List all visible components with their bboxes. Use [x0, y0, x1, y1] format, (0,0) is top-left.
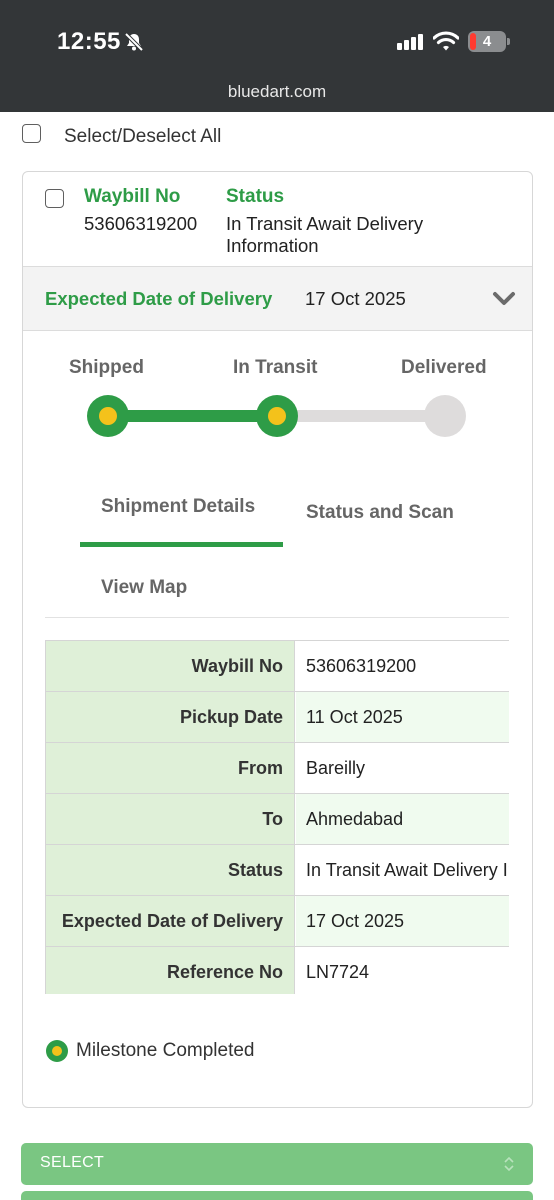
- status-time: 12:55: [57, 28, 121, 55]
- select-arrows-icon: [504, 1156, 514, 1172]
- step-marker-delivered: [424, 395, 466, 437]
- row-label-to: To: [46, 794, 295, 844]
- waybill-header: Waybill No: [84, 186, 181, 207]
- select-all-checkbox[interactable]: [22, 124, 41, 143]
- table-row: Waybill No 53606319200: [46, 641, 509, 692]
- shipment-checkbox[interactable]: [45, 189, 64, 208]
- battery-icon: 4: [468, 31, 506, 52]
- signal-icon: [397, 34, 423, 50]
- table-row: Reference No LN7724: [46, 947, 509, 994]
- table-row: To Ahmedabad: [46, 794, 509, 845]
- select-dropdown-label: SELECT: [40, 1154, 105, 1171]
- expected-delivery-label: Expected Date of Delivery: [45, 288, 273, 309]
- status-bar: 12:55 4 bluedart.com: [0, 0, 554, 112]
- step-label-in-transit: In Transit: [233, 357, 318, 378]
- row-label-pickup-date: Pickup Date: [46, 692, 295, 742]
- row-label-reference-no: Reference No: [46, 947, 295, 994]
- row-label-expected-delivery: Expected Date of Delivery: [46, 896, 295, 946]
- tabs-divider: [45, 617, 509, 618]
- table-row: Status In Transit Await Delivery Informa…: [46, 845, 509, 896]
- battery-cap: [507, 38, 510, 45]
- wifi-icon: [433, 31, 459, 51]
- select-all-label: Select/Deselect All: [64, 126, 222, 147]
- row-value-from: Bareilly: [306, 758, 366, 778]
- active-tab-indicator: [80, 542, 283, 547]
- progress-tracker: [87, 395, 466, 437]
- bell-slash-icon: [124, 32, 144, 52]
- row-value-to: Ahmedabad: [296, 794, 509, 844]
- status-value: In Transit Await Delivery Information: [226, 213, 424, 256]
- table-row: Expected Date of Delivery 17 Oct 2025: [46, 896, 509, 947]
- progress-line-completed: [107, 410, 277, 422]
- row-value-status: In Transit Await Delivery Information: [306, 860, 509, 880]
- row-label-waybill: Waybill No: [46, 641, 295, 691]
- milestone-legend-label: Milestone Completed: [76, 1040, 255, 1061]
- row-value-pickup-date: 11 Oct 2025: [296, 692, 509, 742]
- expected-delivery-date: 17 Oct 2025: [305, 288, 406, 309]
- next-control[interactable]: [21, 1191, 533, 1200]
- chevron-down-icon[interactable]: [492, 290, 516, 308]
- battery-level: 4: [482, 33, 492, 50]
- milestone-icon: [46, 1040, 68, 1062]
- step-marker-in-transit-dot: [268, 407, 286, 425]
- status-header: Status: [226, 186, 285, 207]
- table-row: Pickup Date 11 Oct 2025: [46, 692, 509, 743]
- waybill-number: 53606319200: [84, 213, 198, 234]
- url-bar[interactable]: bluedart.com: [0, 82, 554, 102]
- row-value-expected-delivery: 17 Oct 2025: [296, 896, 509, 946]
- table-row: From Bareilly: [46, 743, 509, 794]
- progress-line-pending: [277, 410, 447, 422]
- tab-view-map[interactable]: View Map: [101, 577, 187, 599]
- shipment-details-table: Waybill No 53606319200 Pickup Date 11 Oc…: [45, 640, 509, 994]
- step-label-shipped: Shipped: [69, 357, 144, 378]
- step-marker-shipped-dot: [99, 407, 117, 425]
- step-label-delivered: Delivered: [401, 357, 487, 378]
- row-value-waybill: 53606319200: [306, 656, 417, 676]
- row-label-from: From: [46, 743, 295, 793]
- row-label-status: Status: [46, 845, 295, 895]
- tab-shipment-details[interactable]: Shipment Details: [101, 496, 255, 518]
- tab-status-and-scan[interactable]: Status and Scan: [306, 502, 454, 524]
- row-value-reference-no: LN7724: [306, 962, 370, 982]
